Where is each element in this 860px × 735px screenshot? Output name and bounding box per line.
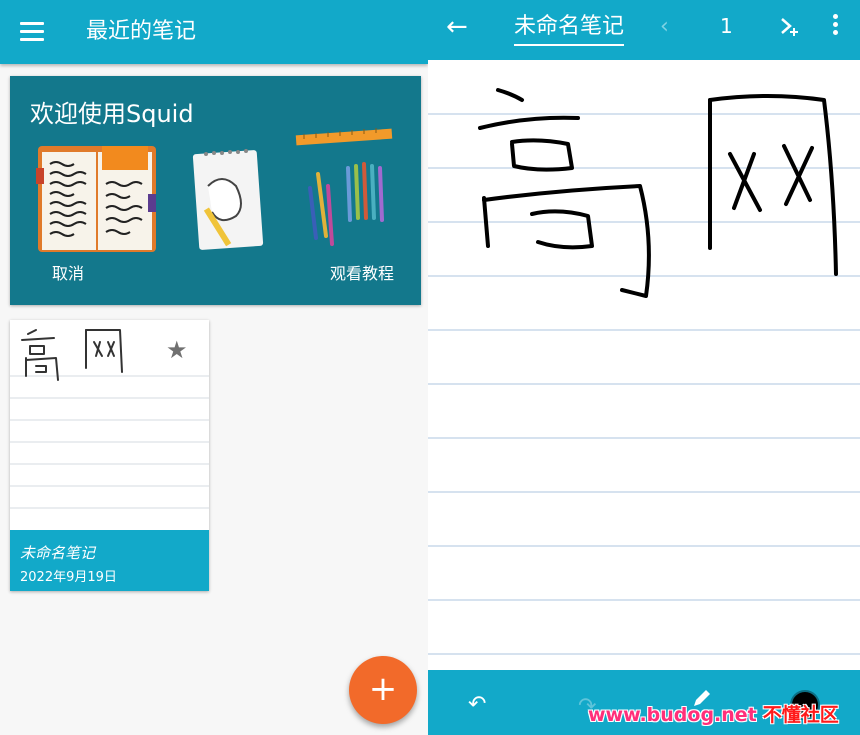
editor-app-bar: ← 未命名笔记 ‹ 1 — [428, 0, 860, 60]
watermark-site: www.budog.net — [588, 704, 757, 726]
watermark: www.budog.net 不懂社区 — [584, 698, 843, 732]
hamburger-menu-icon[interactable] — [20, 22, 44, 42]
drawing-canvas[interactable] — [428, 60, 860, 670]
app-bar: 最近的笔记 — [0, 0, 428, 64]
more-vert-icon[interactable] — [828, 14, 842, 38]
watch-tutorial-button[interactable]: 观看教程 — [330, 260, 394, 284]
chevron-left-icon[interactable]: ‹ — [660, 14, 669, 39]
page-number: 1 — [720, 14, 733, 38]
add-note-button[interactable]: + — [349, 656, 417, 724]
handwriting-preview — [21, 329, 123, 381]
note-card[interactable]: ★ 未命名笔记 2022年9月19日 — [10, 320, 209, 591]
colored-pencils-icon — [308, 162, 384, 246]
note-editor-screen: ← 未命名笔记 ‹ 1 ↶ ↷ — [428, 0, 860, 735]
undo-icon[interactable]: ↶ — [468, 692, 486, 717]
watermark-brand: 不懂社区 — [762, 704, 839, 726]
note-title: 未命名笔记 — [20, 544, 96, 562]
canvas-drawing — [428, 88, 860, 655]
cancel-button[interactable]: 取消 — [52, 260, 84, 284]
note-date: 2022年9月19日 — [20, 570, 117, 585]
notepad-icon — [192, 149, 264, 250]
page-title: 最近的笔记 — [86, 19, 197, 44]
note-card-footer: 未命名笔记 2022年9月19日 — [10, 530, 209, 591]
note-title-field[interactable]: 未命名笔记 — [514, 12, 625, 46]
arrow-left-icon[interactable]: ← — [446, 12, 476, 42]
handwritten-strokes — [478, 88, 838, 298]
ruler-icon — [295, 128, 393, 146]
recent-notes-screen: 最近的笔记 欢迎使用Squid 取消 观看教程 ★ 未命名笔记 2022年9月1… — [0, 0, 428, 735]
open-book-icon — [36, 146, 156, 252]
star-icon[interactable]: ★ — [166, 338, 188, 362]
app-root: 最近的笔记 欢迎使用Squid 取消 观看教程 ★ 未命名笔记 2022年9月1… — [0, 0, 860, 735]
welcome-card: 欢迎使用Squid 取消 观看教程 — [10, 76, 421, 305]
welcome-title: 欢迎使用Squid — [30, 100, 194, 128]
add-page-icon[interactable] — [778, 14, 802, 43]
